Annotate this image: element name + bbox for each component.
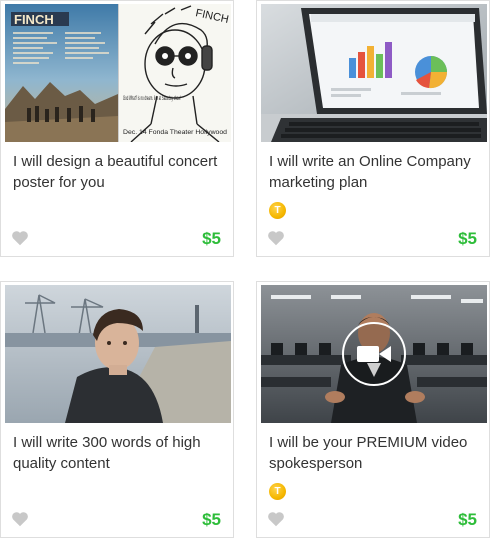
gig-price: $5: [458, 229, 477, 248]
gig-title[interactable]: I will write an Online Company marketing…: [269, 151, 483, 193]
heart-icon[interactable]: [11, 511, 29, 527]
gig-card[interactable]: I will write an Online Company marketing…: [256, 0, 490, 257]
top-rated-badge-icon: T: [269, 202, 286, 219]
gig-title[interactable]: I will design a beautiful concert poster…: [13, 151, 227, 193]
gig-title[interactable]: I will write 300 words of high quality c…: [13, 432, 227, 474]
heart-icon[interactable]: [267, 511, 285, 527]
gig-thumbnail[interactable]: [5, 285, 231, 423]
gig-thumbnail[interactable]: [261, 285, 487, 423]
gig-grid: FINCH FINCH God What? is no dream. live …: [0, 0, 492, 542]
gig-card[interactable]: I will write 300 words of high quality c…: [0, 281, 234, 538]
video-camera-icon[interactable]: [342, 322, 406, 386]
gig-thumbnail[interactable]: [261, 4, 487, 142]
gig-price: $5: [202, 510, 221, 529]
gig-title[interactable]: I will be your PREMIUM video spokesperso…: [269, 432, 483, 474]
heart-icon[interactable]: [267, 230, 285, 246]
gig-card[interactable]: FINCH FINCH God What? is no dream. live …: [0, 0, 234, 257]
gig-thumbnail[interactable]: FINCH FINCH God What? is no dream. live …: [5, 4, 231, 142]
gig-card[interactable]: I will be your PREMIUM video spokesperso…: [256, 281, 490, 538]
poster-right-text: God What? is no dream. live at Saturday …: [123, 96, 181, 102]
poster-date: Dec. 14 Fonda Theater Hollywood: [123, 130, 227, 136]
poster-left-heading: FINCH: [14, 12, 54, 27]
heart-icon[interactable]: [11, 230, 29, 246]
gig-price: $5: [202, 229, 221, 248]
top-rated-badge-icon: T: [269, 483, 286, 500]
gig-price: $5: [458, 510, 477, 529]
